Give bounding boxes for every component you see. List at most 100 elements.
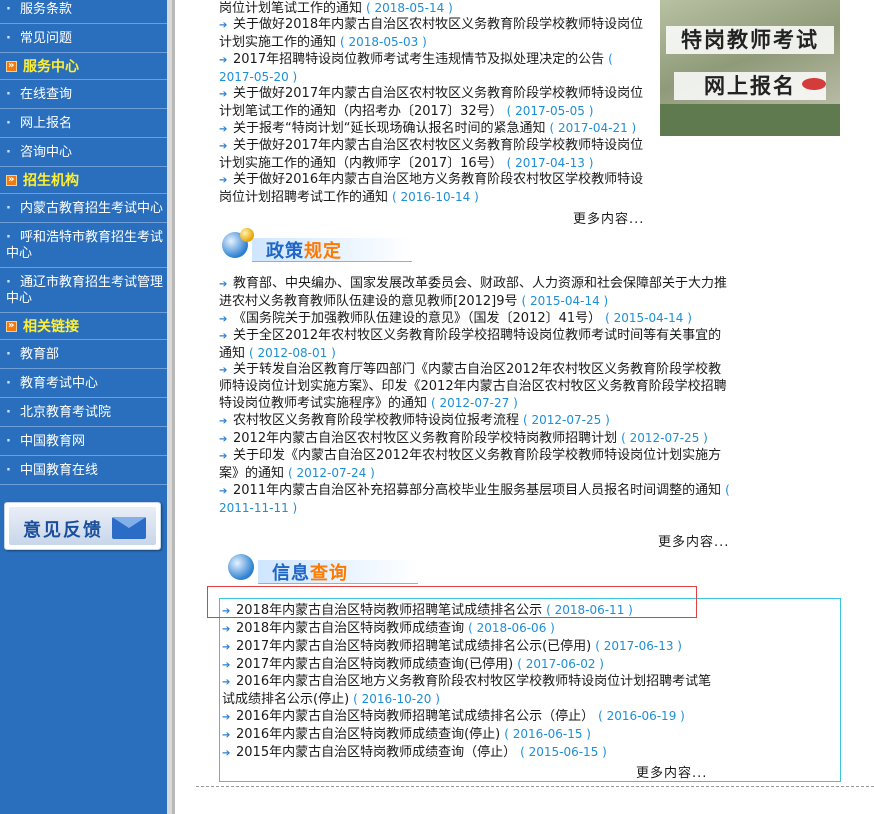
query-item[interactable]: ➔ 2016年内蒙古自治区特岗教师成绩查询(停止)( 2016-06-15 ) <box>222 726 722 744</box>
arrow-icon: ➔ <box>222 660 231 671</box>
bullet-icon: · <box>6 2 11 17</box>
feedback-label: 意见反馈 <box>23 520 103 541</box>
query-section-header: 信息查询 <box>228 550 428 590</box>
query-section-title: 信息查询 <box>272 559 348 585</box>
query-date: ( 2015-06-15 ) <box>520 745 607 759</box>
policy-item[interactable]: ➔ 关于印发《内蒙古自治区2012年农村牧区义务教育阶段学校教师特设岗位计划实施方… <box>219 448 732 482</box>
sidebar-item-moe[interactable]: · 教育部 <box>0 340 167 369</box>
sidebar-item-online-query[interactable]: · 在线查询 <box>0 80 167 109</box>
title-main: 政策 <box>266 241 304 262</box>
section-title-text: 相关链接 <box>23 319 79 335</box>
section-arrow-icon <box>6 172 17 188</box>
policy-date: ( 2012-08-01 ) <box>249 346 336 360</box>
news-date: ( 2017-04-13 ) <box>506 156 594 170</box>
sidebar-item-edu-net[interactable]: · 中国教育网 <box>0 427 167 456</box>
news-item[interactable]: ➔ 关于报考“特岗计划“延长现场确认报名时间的紧急通知( 2017-04-21 ) <box>219 120 649 138</box>
bullet-icon: · <box>6 87 11 102</box>
query-item[interactable]: ➔ 2016年内蒙古自治区特岗教师招聘笔试成绩排名公示（停止）( 2016-06-… <box>222 708 722 726</box>
news-date: ( 2017-04-21 ) <box>549 121 637 135</box>
sidebar-item-faq[interactable]: · 常见问题 <box>0 24 167 53</box>
arrow-icon: ➔ <box>222 730 231 741</box>
sidebar-item-terms[interactable]: · 服务条款 <box>0 0 167 24</box>
arrow-icon: ➔ <box>219 20 228 31</box>
policy-item[interactable]: ➔ 关于转发自治区教育厅等四部门《内蒙古自治区2012年农村牧区义务教育阶段学校教… <box>219 362 732 412</box>
query-item[interactable]: ➔ 2018年内蒙古自治区特岗教师成绩查询( 2018-06-06 ) <box>222 620 722 638</box>
query-more-link[interactable]: 更多内容... <box>636 762 707 781</box>
arrow-icon: ➔ <box>219 55 228 66</box>
sidebar-item-label: 在线查询 <box>20 87 73 102</box>
query-item[interactable]: ➔ 2016年内蒙古自治区地方义务教育阶段农村牧区学校教师特设岗位计划招聘考试笔试… <box>222 674 722 708</box>
query-date: ( 2018-06-06 ) <box>468 621 555 635</box>
policy-item[interactable]: ➔ 农村牧区义务教育阶段学校教师特设岗位报考流程( 2012-07-25 ) <box>219 412 732 430</box>
query-item[interactable]: ➔ 2017年内蒙古自治区特岗教师招聘笔试成绩排名公示(已停用)( 2017-06… <box>222 638 722 656</box>
feedback-button[interactable]: 意见反馈 <box>4 502 161 550</box>
query-title: 2016年内蒙古自治区特岗教师成绩查询(停止) <box>236 727 501 742</box>
sidebar-item-edu-online[interactable]: · 中国教育在线 <box>0 456 167 485</box>
policy-item[interactable]: ➔ 2012年内蒙古自治区农村牧区义务教育阶段学校特岗教师招聘计划( 2012-0… <box>219 430 732 448</box>
banner-mouse-image <box>802 78 826 90</box>
news-item[interactable]: ➔ 关于做好2017年内蒙古自治区农村牧区义务教育阶段学校教师特设岗位计划笔试工作… <box>219 86 649 120</box>
policy-date: ( 2015-04-14 ) <box>521 294 609 308</box>
query-list: ➔ 2018年内蒙古自治区特岗教师招聘笔试成绩排名公示( 2018-06-11 )… <box>222 602 722 762</box>
policy-date: ( 2015-04-14 ) <box>605 311 692 325</box>
arrow-icon: ➔ <box>219 314 228 325</box>
policy-date: ( 2012-07-25 ) <box>523 413 610 427</box>
sidebar-item-nm-exam-center[interactable]: · 内蒙古教育招生考试中心 <box>0 194 167 223</box>
query-title: 2017年内蒙古自治区特岗教师招聘笔试成绩排名公示(已停用) <box>236 639 592 654</box>
query-item[interactable]: ➔ 2015年内蒙古自治区特岗教师成绩查询（停止）( 2015-06-15 ) <box>222 744 722 762</box>
news-item[interactable]: ➔ 关于做好2016年内蒙古自治区地方义务教育阶段农村牧区学校教师特设岗位计划招聘… <box>219 172 649 206</box>
news-more-link[interactable]: 更多内容... <box>573 208 644 227</box>
bullet-icon: · <box>6 116 11 131</box>
query-date: ( 2017-06-02 ) <box>517 657 604 671</box>
arrow-icon: ➔ <box>219 89 228 100</box>
policy-item[interactable]: ➔ 关于全区2012年农村牧区义务教育阶段学校招聘特设岗位教师考试时间等有关事宜的… <box>219 328 732 362</box>
arrow-icon: ➔ <box>219 486 228 497</box>
left-sidebar: ·服务条款 ·常见问题 服务中心 ·在线查询 ·网上报名 ·咨询中心 招生机构 … <box>0 0 167 814</box>
sidebar-item-label: 通辽市教育招生考试管理中心 <box>6 275 164 306</box>
news-item[interactable]: ➔ 关于做好2017年内蒙古自治区农村牧区义务教育阶段学校教师特设岗位计划实施工作… <box>219 138 649 172</box>
policy-item[interactable]: ➔ 《国务院关于加强教师队伍建设的意见》（国发〔2012〕41号）( 2015-0… <box>219 310 732 328</box>
feedback-button-face: 意见反馈 <box>9 507 156 545</box>
query-date: ( 2017-06-13 ) <box>595 639 682 653</box>
news-item[interactable]: 岗位计划笔试工作的通知( 2018-05-14 ) <box>219 0 649 17</box>
footer-divider <box>196 786 874 787</box>
policy-section-title: 政策规定 <box>266 237 342 263</box>
sidebar-item-label: 中国教育在线 <box>20 463 99 478</box>
policy-item[interactable]: ➔ 2011年内蒙古自治区补充招募部分高校毕业生服务基层项目人员报名时间调整的通知… <box>219 482 732 517</box>
sidebar-item-online-register[interactable]: · 网上报名 <box>0 109 167 138</box>
sidebar-item-beijing-exam[interactable]: · 北京教育考试院 <box>0 398 167 427</box>
arrow-icon: ➔ <box>219 331 228 342</box>
query-item[interactable]: ➔ 2017年内蒙古自治区特岗教师成绩查询(已停用)( 2017-06-02 ) <box>222 656 722 674</box>
sidebar-item-exam-center[interactable]: · 教育考试中心 <box>0 369 167 398</box>
arrow-icon: ➔ <box>222 748 231 759</box>
sidebar-item-consult-center[interactable]: · 咨询中心 <box>0 138 167 167</box>
policy-date: ( 2012-07-27 ) <box>431 396 518 410</box>
arrow-icon: ➔ <box>219 279 228 290</box>
news-title: 岗位计划笔试工作的通知 <box>219 1 363 16</box>
news-item[interactable]: ➔ 关于做好2018年内蒙古自治区农村牧区义务教育阶段学校教师特设岗位计划实施工作… <box>219 17 649 51</box>
news-title: 关于报考“特岗计划“延长现场确认报名时间的紧急通知 <box>233 121 546 136</box>
sidebar-item-label: 呼和浩特市教育招生考试中心 <box>6 230 164 261</box>
query-item[interactable]: ➔ 2018年内蒙古自治区特岗教师招聘笔试成绩排名公示( 2018-06-11 ) <box>222 602 722 620</box>
news-date: ( 2018-05-03 ) <box>340 35 427 49</box>
policy-item[interactable]: ➔ 教育部、中央编办、国家发展改革委员会、财政部、人力资源和社会保障部关于大力推进… <box>219 276 732 310</box>
section-arrow-icon <box>6 58 17 74</box>
query-title: 2015年内蒙古自治区特岗教师成绩查询（停止） <box>236 745 517 760</box>
sidebar-section-title: 招生机构 <box>0 167 167 194</box>
sidebar-item-hohhot-exam-center[interactable]: · 呼和浩特市教育招生考试中心 <box>0 223 167 268</box>
policy-title: 教育部、中央编办、国家发展改革委员会、财政部、人力资源和社会保障部关于大力推进农… <box>219 276 728 309</box>
sidebar-item-tongliao-exam-center[interactable]: · 通辽市教育招生考试管理中心 <box>0 268 167 313</box>
magnifier-icon <box>228 554 254 580</box>
globe-icon <box>240 228 254 242</box>
query-title: 2016年内蒙古自治区特岗教师招聘笔试成绩排名公示（停止） <box>236 709 595 724</box>
news-item[interactable]: ➔ 2017年招聘特设岗位教师考试考生违规情节及拟处理决定的公告( 2017-05… <box>219 51 649 86</box>
policy-section-header: 政策规定 <box>222 228 422 268</box>
query-date: ( 2018-06-11 ) <box>546 603 633 617</box>
exam-registration-banner[interactable]: 特岗教师考试 网上报名 <box>660 0 840 136</box>
arrow-icon: ➔ <box>219 124 228 135</box>
policy-date: ( 2012-07-24 ) <box>288 466 375 480</box>
sidebar-item-label: 常见问题 <box>20 31 73 46</box>
policy-title: 2011年内蒙古自治区补充招募部分高校毕业生服务基层项目人员报名时间调整的通知 <box>233 483 722 498</box>
policy-title: 农村牧区义务教育阶段学校教师特设岗位报考流程 <box>233 413 520 428</box>
policy-more-link[interactable]: 更多内容... <box>658 531 729 550</box>
